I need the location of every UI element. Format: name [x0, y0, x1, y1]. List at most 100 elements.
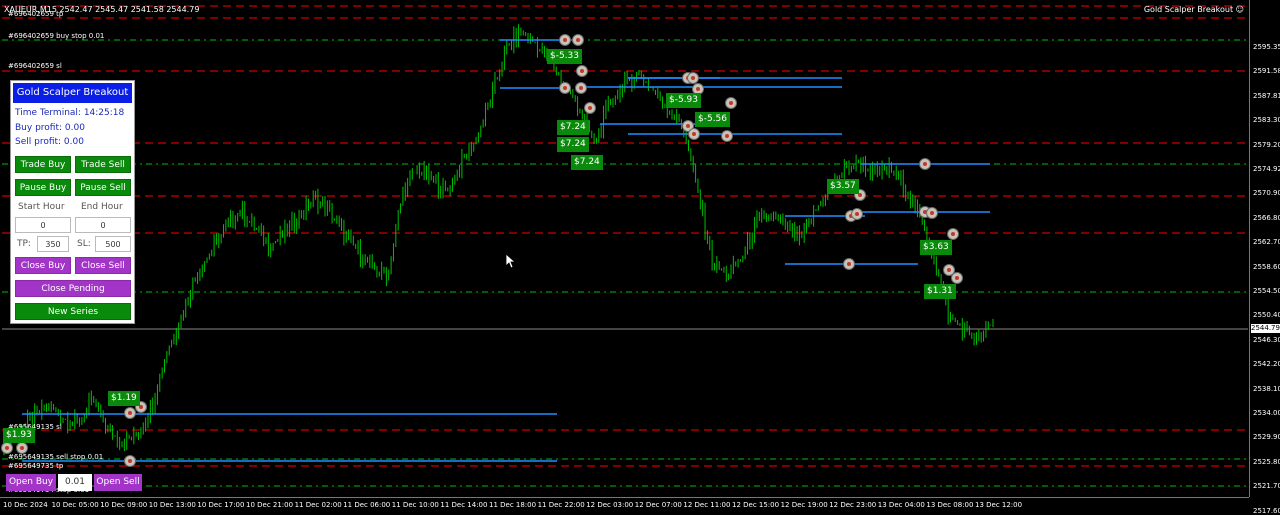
price-chart[interactable]	[0, 0, 1280, 512]
price-tick-label: 2534.00	[1253, 409, 1280, 417]
time-tick-label: 11 Dec 18:00	[489, 501, 537, 509]
price-tick-label: 2566.80	[1253, 213, 1280, 222]
profit-tag: $-5.93	[666, 93, 702, 108]
price-tick-label: 2517.60	[1253, 506, 1280, 515]
time-tick-label: 13 Dec 12:00	[975, 501, 1023, 509]
start-hour-label: Start Hour	[18, 202, 65, 212]
profit-tag: $7.24	[571, 155, 603, 170]
price-tick-label: 2558.60	[1253, 262, 1280, 271]
time-tick-label: 13 Dec 08:00	[926, 501, 974, 509]
open-buy-button[interactable]: Open Buy	[6, 474, 56, 491]
trade-marker-dot	[947, 268, 951, 272]
end-hour-label: End Hour	[81, 202, 123, 212]
time-tick-label: 10 Dec 2024	[3, 501, 48, 509]
time-tick-label: 11 Dec 22:00	[537, 501, 585, 509]
trade-marker-dot	[563, 38, 567, 42]
lot-input[interactable]: 0.01	[58, 474, 92, 491]
pause-sell-button[interactable]: Pause Sell	[75, 179, 131, 196]
price-tick-label: 2529.90	[1253, 433, 1280, 442]
time-tick-label: 10 Dec 21:00	[246, 501, 294, 509]
order-label: #695649135 sell stop 0.01	[8, 453, 104, 461]
price-tick-label: 2570.90	[1253, 189, 1280, 198]
trade-marker-dot	[588, 106, 592, 110]
price-tick-label: 2574.92	[1253, 165, 1280, 173]
start-hour-input[interactable]: 0	[15, 217, 71, 233]
profit-tag: $-5.33	[547, 49, 583, 64]
trade-marker-dot	[955, 276, 959, 280]
trade-marker-dot	[686, 124, 690, 128]
time-tick-label: 10 Dec 05:00	[51, 501, 99, 509]
close-sell-button[interactable]: Close Sell	[75, 257, 131, 274]
trade-marker-dot	[128, 411, 132, 415]
trade-buy-button[interactable]: Trade Buy	[15, 156, 71, 173]
mouse-cursor-icon	[506, 254, 516, 269]
trade-marker-dot	[128, 459, 132, 463]
time-tick-label: 11 Dec 06:00	[343, 501, 391, 509]
trade-marker-dot	[923, 162, 927, 166]
time-tick-label: 12 Dec 19:00	[780, 501, 828, 509]
trade-marker-dot	[5, 446, 9, 450]
close-buy-button[interactable]: Close Buy	[15, 257, 71, 274]
ea-control-panel: Gold Scalper Breakout Time Terminal: 14:…	[10, 80, 135, 324]
sell-profit: Sell profit: 0.00	[15, 137, 84, 147]
panel-title: Gold Scalper Breakout	[13, 83, 132, 103]
trade-marker-dot	[729, 101, 733, 105]
time-tick-label: 13 Dec 04:00	[877, 501, 925, 509]
trade-marker-dot	[725, 134, 729, 138]
end-hour-input[interactable]: 0	[75, 217, 131, 233]
price-tick-label: 2595.35	[1253, 43, 1280, 51]
trade-marker-dot	[20, 446, 24, 450]
tp-label: TP:	[17, 239, 31, 249]
time-tick-label: 12 Dec 07:00	[634, 501, 682, 509]
trade-marker-dot	[563, 86, 567, 90]
time-tick-label: 10 Dec 09:00	[100, 501, 148, 509]
price-tick-label: 2521.70	[1253, 482, 1280, 491]
time-terminal: Time Terminal: 14:25:18	[15, 108, 125, 118]
sl-input[interactable]: 500	[95, 236, 131, 252]
price-tick-label: 2591.58	[1253, 67, 1280, 76]
price-tick-label: 2538.10	[1253, 384, 1280, 393]
order-label: #696402659 buy stop 0.01	[8, 32, 105, 40]
trade-marker-dot	[576, 38, 580, 42]
sl-label: SL:	[77, 239, 91, 249]
pause-buy-button[interactable]: Pause Buy	[15, 179, 71, 196]
time-tick-label: 11 Dec 02:00	[294, 501, 342, 509]
close-pending-button[interactable]: Close Pending	[15, 280, 131, 297]
time-axis[interactable]: 10 Dec 2024 10 Dec 05:00 10 Dec 09:00 10 De…	[0, 497, 1249, 513]
current-price-label: 2544.79	[1251, 324, 1280, 333]
time-tick-label: 10 Dec 17:00	[197, 501, 245, 509]
trade-marker-dot	[951, 232, 955, 236]
ea-name-label: Gold Scalper Breakout ☺	[1143, 5, 1244, 14]
profit-tag: $-5.56	[695, 112, 731, 127]
profit-tag: $1.93	[3, 428, 35, 443]
price-tick-label: 2579.20	[1253, 140, 1280, 149]
new-series-button[interactable]: New Series	[15, 303, 131, 320]
chart-header: XAUEUR,M15 2542.47 2545.47 2541.58 2544.…	[0, 0, 1248, 18]
profit-tag: $3.63	[920, 240, 952, 255]
price-axis[interactable]: 2595.35 2591.58 2587.81 2583.30 2579.20 2574.…	[1249, 0, 1280, 515]
tp-input[interactable]: 350	[37, 236, 69, 252]
profit-tag: $7.24	[557, 137, 589, 152]
time-tick-label: 12 Dec 23:00	[829, 501, 877, 509]
profit-tag: $3.57	[827, 179, 859, 194]
price-tick-label: 2583.30	[1253, 116, 1280, 125]
trade-marker-dot	[696, 87, 700, 91]
time-tick-label: 11 Dec 14:00	[440, 501, 488, 509]
price-tick-label: 2562.70	[1253, 238, 1280, 247]
order-label: #695649735 tp	[8, 462, 64, 470]
open-sell-button[interactable]: Open Sell	[94, 474, 142, 491]
profit-tag: $1.31	[924, 284, 956, 299]
price-tick-label: 2554.50	[1253, 287, 1280, 295]
trade-marker-dot	[847, 262, 851, 266]
order-label: #696402659 tp	[8, 10, 64, 18]
profit-tag: $1.19	[108, 391, 140, 406]
trade-marker-dot	[579, 86, 583, 90]
time-tick-label: 12 Dec 03:00	[586, 501, 634, 509]
time-tick-label: 12 Dec 15:00	[732, 501, 780, 509]
time-tick-label: 10 Dec 13:00	[148, 501, 196, 509]
trade-sell-button[interactable]: Trade Sell	[75, 156, 131, 173]
price-tick-label: 2546.30	[1253, 335, 1280, 344]
price-tick-label: 2542.20	[1253, 360, 1280, 369]
trade-marker-dot	[580, 69, 584, 73]
buy-profit: Buy profit: 0.00	[15, 123, 85, 133]
